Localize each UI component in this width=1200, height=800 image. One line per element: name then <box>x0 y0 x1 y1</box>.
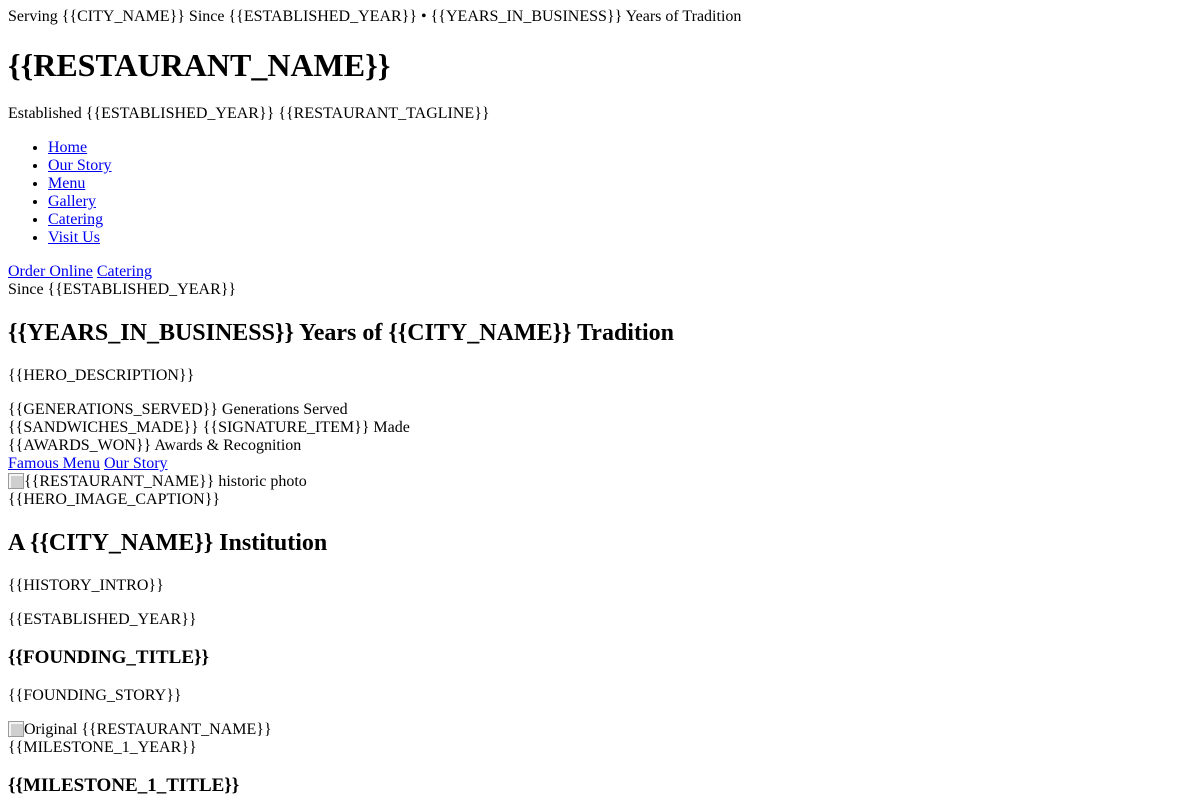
broken-image-icon <box>8 721 24 739</box>
nav-item-visit-us: Visit Us <box>48 229 1192 247</box>
founding-story: {{FOUNDING_STORY}} <box>8 687 182 704</box>
nav-item-menu: Menu <box>48 175 1192 193</box>
stat-generations: {{GENERATIONS_SERVED}} Generations Serve… <box>8 401 348 418</box>
milestone-1-title: {{MILESTONE_1_TITLE}} <box>8 775 240 796</box>
nav-list: Home Our Story Menu Gallery Catering Vis… <box>8 139 1192 247</box>
hero-stats: {{GENERATIONS_SERVED}} Generations Serve… <box>8 401 1192 455</box>
hero-image-caption: {{HERO_IMAGE_CAPTION}} <box>8 491 221 508</box>
hero-image: {{RESTAURANT_NAME}} historic photo <box>8 473 1192 491</box>
restaurant-subtitle: Established {{ESTABLISHED_YEAR}} {{RESTA… <box>8 105 490 122</box>
top-announcement: Serving {{CITY_NAME}} Since {{ESTABLISHE… <box>8 8 742 25</box>
nav-link-visit-us[interactable]: Visit Us <box>48 229 100 246</box>
site-header: {{RESTAURANT_NAME}} Established {{ESTABL… <box>8 47 1192 281</box>
history-section: A {{CITY_NAME}} Institution {{HISTORY_IN… <box>8 529 1192 797</box>
restaurant-name: {{RESTAURANT_NAME}} <box>8 47 391 83</box>
header-catering-link[interactable]: Catering <box>97 263 152 280</box>
stat-signature-items: {{SANDWICHES_MADE}} {{SIGNATURE_ITEM}} M… <box>8 419 410 436</box>
nav-item-gallery: Gallery <box>48 193 1192 211</box>
nav-link-menu[interactable]: Menu <box>48 175 85 192</box>
nav-link-gallery[interactable]: Gallery <box>48 193 96 210</box>
hero-section: Since {{ESTABLISHED_YEAR}} {{YEARS_IN_BU… <box>8 281 1192 509</box>
hero-description: {{HERO_DESCRIPTION}} <box>8 367 195 384</box>
main-nav: Home Our Story Menu Gallery Catering Vis… <box>8 139 1192 247</box>
stat-awards: {{AWARDS_WON}} Awards & Recognition <box>8 437 302 454</box>
founding-title: {{FOUNDING_TITLE}} <box>8 647 209 668</box>
founding-image: Original {{RESTAURANT_NAME}} <box>8 721 1192 739</box>
nav-item-our-story: Our Story <box>48 157 1192 175</box>
nav-link-our-story[interactable]: Our Story <box>48 157 112 174</box>
famous-menu-link[interactable]: Famous Menu <box>8 455 100 472</box>
hero-title: {{YEARS_IN_BUSINESS}} Years of {{CITY_NA… <box>8 320 674 346</box>
history-title: A {{CITY_NAME}} Institution <box>8 530 328 556</box>
milestone-1-year: {{MILESTONE_1_YEAR}} <box>8 739 197 756</box>
order-online-link[interactable]: Order Online <box>8 263 93 280</box>
hero-image-alt-text: {{RESTAURANT_NAME}} historic photo <box>24 473 307 490</box>
nav-item-catering: Catering <box>48 211 1192 229</box>
header-actions: Order Online Catering <box>8 263 1192 281</box>
nav-link-catering[interactable]: Catering <box>48 211 103 228</box>
founding-image-alt-text: Original {{RESTAURANT_NAME}} <box>24 721 272 738</box>
nav-item-home: Home <box>48 139 1192 157</box>
history-intro: {{HISTORY_INTRO}} <box>8 577 164 594</box>
hero-actions: Famous Menu Our Story <box>8 455 1192 473</box>
our-story-link[interactable]: Our Story <box>104 455 168 472</box>
broken-image-icon <box>8 473 24 491</box>
nav-link-home[interactable]: Home <box>48 139 87 156</box>
page: Serving {{CITY_NAME}} Since {{ESTABLISHE… <box>0 8 1200 797</box>
founding-year: {{ESTABLISHED_YEAR}} <box>8 611 197 628</box>
hero-badge: Since {{ESTABLISHED_YEAR}} <box>8 281 237 298</box>
